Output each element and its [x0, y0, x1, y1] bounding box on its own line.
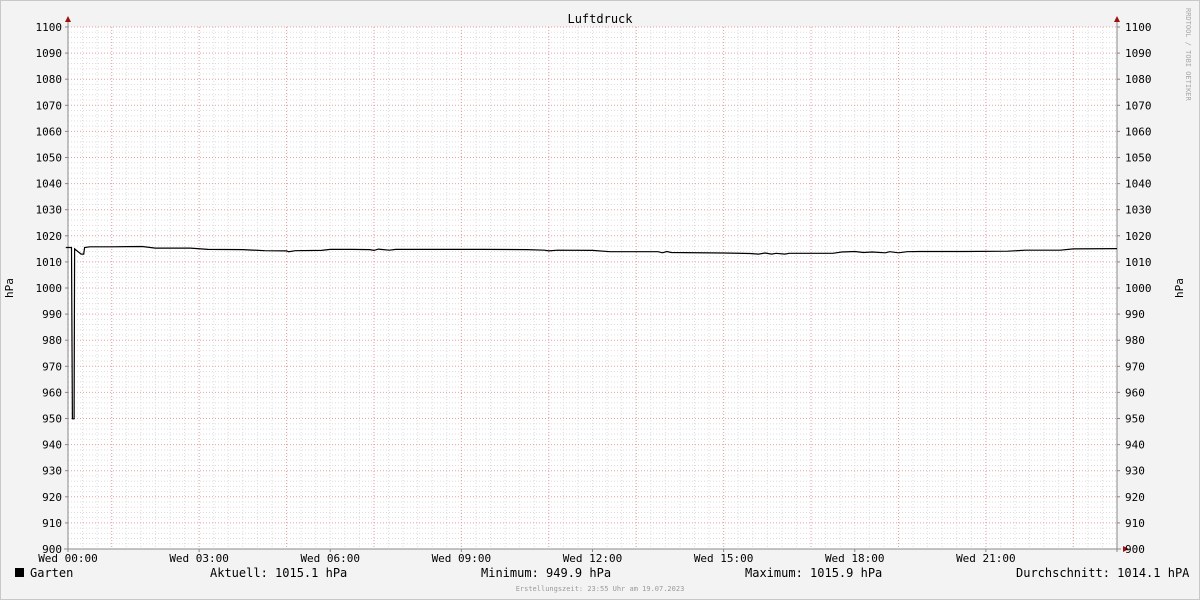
y-tick-label-left: 980 [42, 334, 62, 347]
x-tick-label: Wed 06:00 [300, 552, 360, 565]
legend: Garten Aktuell: 1015.1 hPa Minimum: 949.… [0, 566, 1200, 584]
x-tick-label: Wed 03:00 [169, 552, 229, 565]
legend-swatch [15, 568, 24, 577]
y-tick-label-left: 910 [42, 517, 62, 530]
y-tick-label-left: 1100 [36, 21, 63, 34]
y-tick-label-left: 990 [42, 308, 62, 321]
y-tick-label-right: 1100 [1125, 21, 1152, 34]
chart-title: Luftdruck [567, 12, 633, 26]
x-tick-labels: Wed 00:00 Wed 03:00 Wed 06:00 Wed 09:00 Wed … [38, 552, 1015, 565]
y-tick-label-left: 1040 [36, 178, 63, 191]
legend-minimum: Minimum: 949.9 hPa [481, 566, 612, 580]
legend-label: Garten [30, 566, 74, 580]
x-tick-label: Wed 21:00 [956, 552, 1016, 565]
y-axis-label-right: hPa [1173, 278, 1186, 298]
y-tick-label-right: 990 [1125, 308, 1145, 321]
y-tick-label-right: 1090 [1125, 47, 1152, 60]
watermark-text: RRDTOOL / TOBI OETIKER [1184, 8, 1192, 101]
y-tick-label-right: 1080 [1125, 73, 1152, 86]
y-tick-label-right: 950 [1125, 413, 1145, 426]
y-tick-label-left: 940 [42, 439, 62, 452]
y-tick-label-right: 1060 [1125, 125, 1152, 138]
y-tick-label-left: 920 [42, 491, 62, 504]
y-tick-label-left: 970 [42, 360, 62, 373]
y-tick-label-right: 900 [1125, 543, 1145, 556]
y-tick-labels-right: 900 910 920 930 940 950 960 970 980 990 1000 1010 10… [1125, 21, 1152, 556]
y-tick-label-left: 1000 [36, 282, 63, 295]
y-tick-labels-left: 9009109209309409509609709809901000101010… [36, 21, 63, 556]
y-tick-label-left: 1050 [36, 152, 63, 165]
y-tick-label-right: 1050 [1125, 152, 1152, 165]
y-tick-label-right: 930 [1125, 465, 1145, 478]
legend-durchschnitt: Durchschnitt: 1014.1 hPA [1016, 566, 1190, 580]
y-tick-label-left: 950 [42, 413, 62, 426]
y-tick-label-left: 1010 [36, 256, 63, 269]
y-tick-label-right: 1040 [1125, 178, 1152, 191]
y-tick-label-right: 1020 [1125, 230, 1152, 243]
y-tick-label-right: 1030 [1125, 204, 1152, 217]
y-tick-label-right: 1000 [1125, 282, 1152, 295]
y-tick-label-left: 960 [42, 386, 62, 399]
x-tick-label: Wed 18:00 [825, 552, 885, 565]
y-tick-label-left: 1090 [36, 47, 63, 60]
y-tick-label-right: 920 [1125, 491, 1145, 504]
legend-entry-garten: Garten [15, 566, 73, 580]
y-tick-label-left: 1060 [36, 125, 63, 138]
x-tick-label: Wed 09:00 [432, 552, 492, 565]
y-tick-label-left: 1030 [36, 204, 63, 217]
y-tick-label-left: 1070 [36, 99, 63, 112]
y-tick-label-right: 910 [1125, 517, 1145, 530]
legend-aktuell: Aktuell: 1015.1 hPa [210, 566, 348, 580]
y-tick-label-right: 1070 [1125, 99, 1152, 112]
watermark: RRDTOOL / TOBI OETIKER [1180, 8, 1194, 118]
y-tick-label-right: 970 [1125, 360, 1145, 373]
y-tick-label-right: 940 [1125, 439, 1145, 452]
y-tick-label-left: 1020 [36, 230, 63, 243]
legend-maximum: Maximum: 1015.9 hPa [745, 566, 883, 580]
y-tick-label-right: 1010 [1125, 256, 1152, 269]
y-tick-label-right: 960 [1125, 386, 1145, 399]
y-axis-label-left: hPa [3, 278, 16, 298]
y-tick-label-left: 930 [42, 465, 62, 478]
y-tick-label-left: 1080 [36, 73, 63, 86]
y-axis-arrow-left [65, 16, 71, 22]
chart-svg: 900 910 920 930 940 950 960 970 980 990 1000 1010 10… [3, 12, 1186, 565]
x-tick-label: Wed 15:00 [694, 552, 754, 565]
y-tick-label-right: 980 [1125, 334, 1145, 347]
x-tick-label: Wed 12:00 [563, 552, 623, 565]
y-axis-arrow-right [1114, 16, 1120, 22]
footer-timestamp: Erstellungszeit: 23:55 Uhr am 19.07.2023 [515, 585, 685, 593]
x-tick-label: Wed 00:00 [38, 552, 98, 565]
